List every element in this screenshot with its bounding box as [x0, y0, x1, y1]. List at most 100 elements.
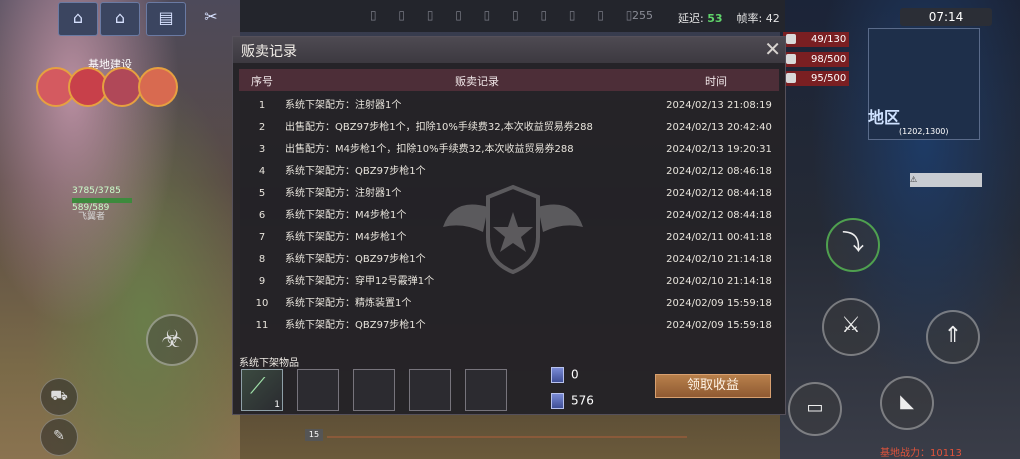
- row-time: 2024/02/13 19:20:31: [666, 144, 772, 155]
- resource-bar-2: 98/500: [783, 52, 849, 67]
- knife-attack-button[interactable]: ⚔: [822, 298, 880, 356]
- row-record: 系统下架配方：精炼装置1个: [285, 298, 412, 309]
- claim-earnings-button[interactable]: 领取收益: [655, 374, 771, 398]
- row-index: 2: [258, 122, 266, 133]
- latency-value: 53: [707, 12, 723, 25]
- resource-bar-1: 49/130: [783, 32, 849, 47]
- slot-quantity: 1: [274, 400, 280, 410]
- row-index: 10: [255, 298, 269, 309]
- wrench-icon[interactable]: ✂: [192, 2, 230, 34]
- table-row: 4 系统下架配方：QBZ97步枪1个 2024/02/12 08:46:18: [239, 161, 779, 183]
- close-icon[interactable]: ✕: [764, 38, 781, 60]
- row-index: 7: [258, 232, 266, 243]
- exp-line: [327, 436, 687, 438]
- card-icon: [551, 367, 564, 383]
- col-record: 贩卖记录: [455, 75, 499, 88]
- row-record: 系统下架配方：QBZ97步枪1个: [285, 320, 426, 331]
- resource-bar-3: 95/500: [783, 71, 849, 86]
- row-time: 2024/02/11 00:41:18: [666, 232, 772, 243]
- shop-icon[interactable]: ⌂: [100, 2, 140, 36]
- crawl-button[interactable]: ▭: [788, 382, 842, 436]
- level-badge: 15: [305, 429, 323, 441]
- minimap-coords: (1202,1300): [899, 127, 949, 136]
- home-icon[interactable]: ⌂: [58, 2, 98, 36]
- bag-icon[interactable]: ▤: [146, 2, 186, 36]
- resource-icon: [786, 54, 796, 64]
- item-slot[interactable]: [409, 369, 451, 411]
- row-time: 2024/02/10 21:14:18: [666, 254, 772, 265]
- hp-value: 3785/3785: [72, 186, 121, 196]
- row-time: 2024/02/12 08:46:18: [666, 166, 772, 177]
- chat-button[interactable]: ✎: [40, 418, 78, 456]
- row-time: 2024/02/12 08:44:18: [666, 188, 772, 199]
- row-index: 11: [255, 320, 269, 331]
- crouch-button[interactable]: ◣: [880, 376, 934, 430]
- player-label: 飞翼者: [78, 212, 106, 222]
- row-time: 2024/02/09 15:59:18: [666, 298, 772, 309]
- zone-label: 地区: [868, 108, 901, 127]
- table-row: 5 系统下架配方：注射器1个 2024/02/12 08:44:18: [239, 183, 779, 205]
- row-time: 2024/02/09 15:59:18: [666, 320, 772, 331]
- dialog-header: 贩卖记录 ✕: [233, 37, 785, 63]
- row-record: 系统下架配方：QBZ97步枪1个: [285, 254, 426, 265]
- fps-label: 帧率:: [736, 12, 763, 25]
- network-status: 延迟: 53 帧率: 42: [678, 10, 780, 26]
- row-record: 系统下架配方：注射器1个: [285, 100, 402, 111]
- sales-record-dialog: 贩卖记录 ✕ 序号 贩卖记录 时间 1 系统下架配方：注射器1个 2024/02/1…: [232, 36, 786, 415]
- biohazard-skill-button[interactable]: ☣: [146, 314, 198, 366]
- resource-icon: [786, 73, 796, 83]
- table-row: 11 系统下架配方：QBZ97步枪1个 2024/02/09 15:59:18: [239, 315, 779, 337]
- row-time: 2024/02/10 21:14:18: [666, 276, 772, 287]
- row-record: 系统下架配方：M4步枪1个: [285, 232, 407, 243]
- base-power: 基地战力：10113: [880, 448, 962, 459]
- avatar[interactable]: [138, 67, 178, 107]
- table-row: 8 系统下架配方：QBZ97步枪1个 2024/02/10 21:14:18: [239, 249, 779, 271]
- jump-button[interactable]: ⇑: [926, 310, 980, 364]
- syringe-icon: ⟋: [250, 374, 266, 399]
- item-slot[interactable]: [353, 369, 395, 411]
- top-number: 255: [632, 9, 653, 22]
- col-index: 序号: [251, 75, 273, 88]
- avatar[interactable]: [102, 67, 142, 107]
- item-slot[interactable]: [297, 369, 339, 411]
- row-index: 1: [258, 100, 266, 111]
- bottom-level-bar: 15: [305, 429, 695, 442]
- row-record: 出售配方：QBZ97步枪1个，扣除10%手续费32,本次收益贸易券288: [285, 122, 593, 133]
- record-list[interactable]: 1 系统下架配方：注射器1个 2024/02/13 21:08:19 2 出售配方：QB…: [239, 95, 779, 347]
- row-record: 系统下架配方：注射器1个: [285, 188, 402, 199]
- trade-coupon-b: 576: [551, 393, 594, 409]
- row-index: 5: [258, 188, 266, 199]
- row-record: 系统下架配方：QBZ97步枪1个: [285, 166, 426, 177]
- prone-icon[interactable]: ⤵: [826, 218, 880, 272]
- card-icon: [551, 393, 564, 409]
- row-time: 2024/02/13 21:08:19: [666, 100, 772, 111]
- removed-items-label: 系统下架物品: [239, 358, 299, 369]
- row-time: 2024/02/12 08:44:18: [666, 210, 772, 221]
- table-row: 3 出售配方：M4步枪1个，扣除10%手续费32,本次收益贸易券288 2024/0…: [239, 139, 779, 161]
- row-record: 出售配方：M4步枪1个，扣除10%手续费32,本次收益贸易券288: [285, 144, 574, 155]
- dialog-title: 贩卖记录: [241, 44, 297, 60]
- row-record: 系统下架配方：穿甲12号霰弹1个: [285, 276, 435, 287]
- currency-b-value: 576: [571, 393, 594, 408]
- resource-value: 95/500: [811, 73, 847, 84]
- item-slot[interactable]: ⟋ 1: [241, 369, 283, 411]
- table-row: 1 系统下架配方：注射器1个 2024/02/13 21:08:19: [239, 95, 779, 117]
- resource-value: 98/500: [811, 54, 847, 65]
- vehicle-button[interactable]: ⛟: [40, 378, 78, 416]
- table-row: 2 出售配方：QBZ97步枪1个，扣除10%手续费32,本次收益贸易券288 202…: [239, 117, 779, 139]
- row-time: 2024/02/13 20:42:40: [666, 122, 772, 133]
- row-index: 4: [258, 166, 266, 177]
- trade-coupon-a: 0: [551, 367, 579, 383]
- table-row: 10 系统下架配方：精炼装置1个 2024/02/09 15:59:18: [239, 293, 779, 315]
- resource-value: 49/130: [811, 34, 847, 45]
- row-index: 9: [258, 276, 266, 287]
- row-index: 3: [258, 144, 266, 155]
- resource-icon: [786, 34, 796, 44]
- table-row: 7 系统下架配方：M4步枪1个 2024/02/11 00:41:18: [239, 227, 779, 249]
- warning-badge: ⚠: [910, 173, 982, 187]
- col-time: 时间: [705, 75, 727, 88]
- clock: 07:14: [900, 8, 992, 26]
- top-decorative-glyphs: ▯ ▯ ▯ ▯ ▯ ▯ ▯ ▯ ▯ ▯: [370, 8, 642, 22]
- item-slot[interactable]: [465, 369, 507, 411]
- table-row: 6 系统下架配方：M4步枪1个 2024/02/12 08:44:18: [239, 205, 779, 227]
